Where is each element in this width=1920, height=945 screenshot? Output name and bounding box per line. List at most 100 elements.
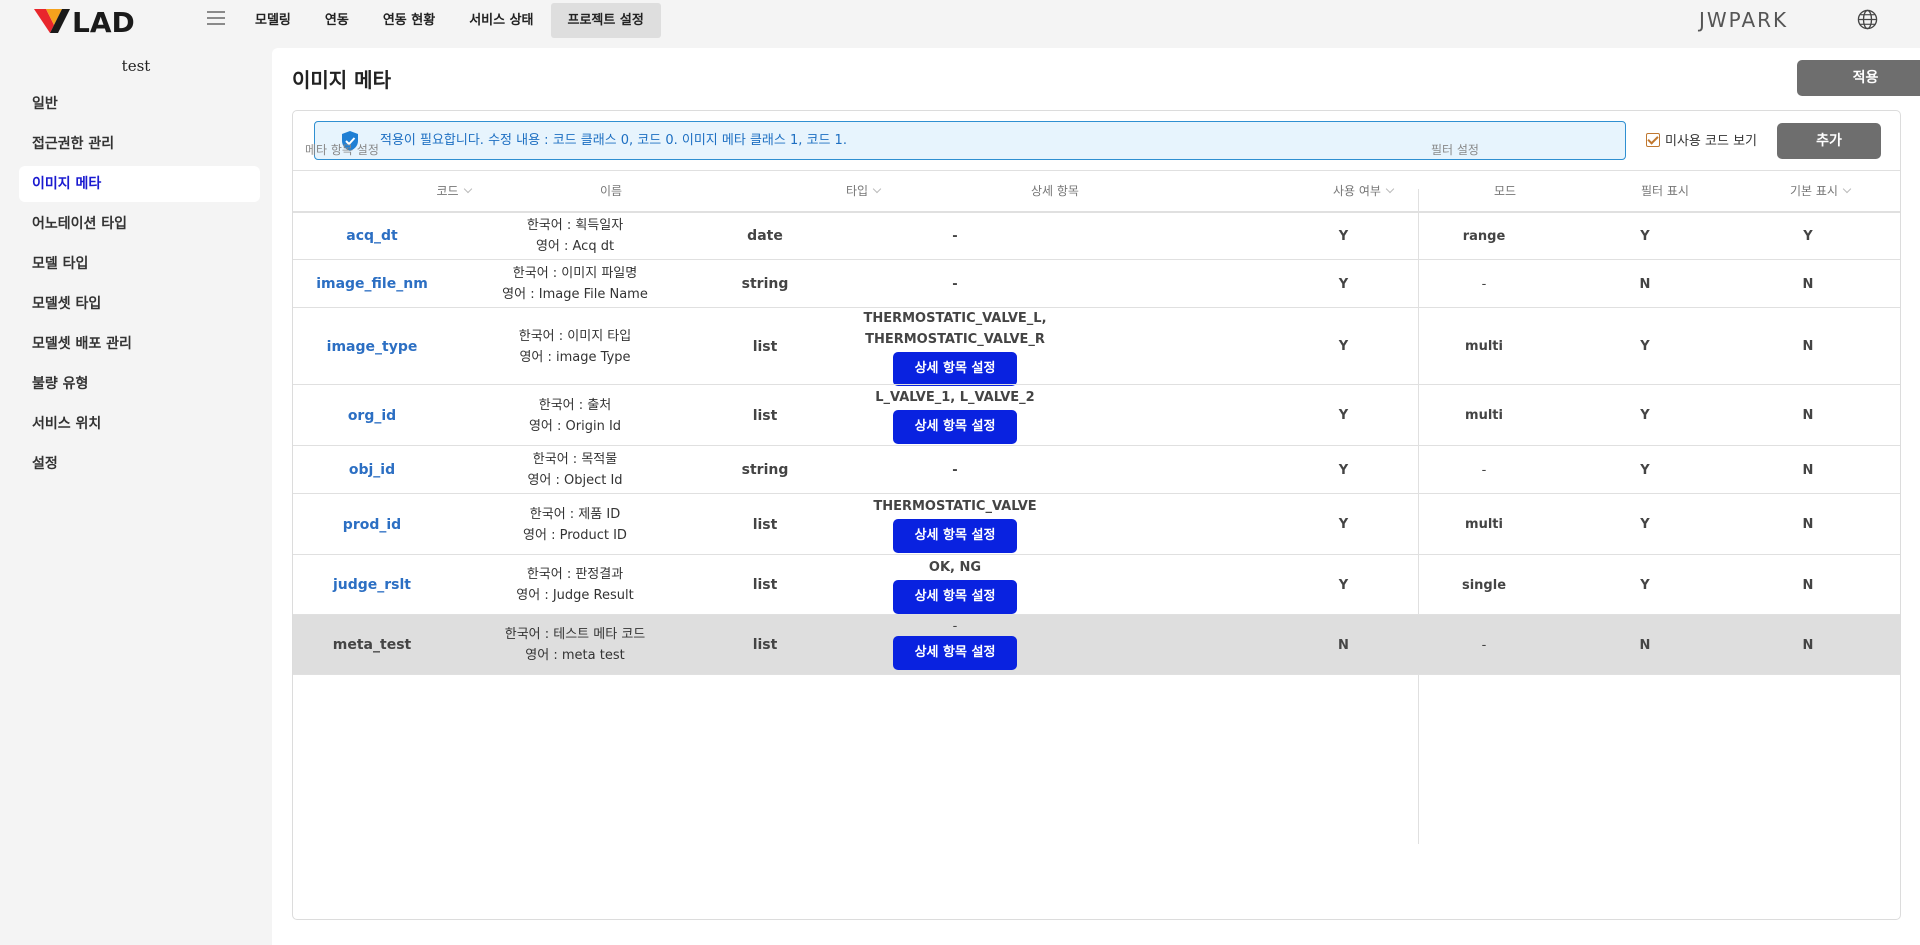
project-name: test	[121, 57, 151, 75]
meta-code-link[interactable]: judge_rslt	[333, 577, 411, 593]
nav-integration[interactable]: 연동	[308, 3, 366, 38]
value-default-show: N	[1802, 577, 1814, 593]
value-use: Y	[1338, 339, 1349, 354]
column-header-filter-show: 필터 표시	[1641, 184, 1689, 198]
globe-icon[interactable]	[1857, 9, 1878, 30]
cell-type: list	[706, 555, 824, 615]
cell-name: 한국어 : 판정결과영어 : Judge Result	[473, 555, 677, 615]
detail-settings-button[interactable]: 상세 항목 설정	[893, 351, 1017, 386]
meta-code-link[interactable]: meta_test	[333, 637, 411, 653]
name-english: 영어 : image Type	[519, 349, 631, 365]
name-korean: 한국어 : 제품 ID	[529, 506, 621, 522]
nav-modeling[interactable]: 모델링	[238, 3, 308, 38]
cell-name: 한국어 : 이미지 타입 영어 : image Type	[473, 308, 677, 385]
sidebar-item-image-meta[interactable]: 이미지 메타	[19, 166, 260, 202]
cell-type: list	[706, 308, 824, 385]
cell-use: Y	[1304, 555, 1383, 615]
add-button[interactable]: 추가	[1777, 123, 1881, 159]
value-default-show: Y	[1803, 228, 1813, 244]
value-default-show: N	[1802, 408, 1814, 423]
cell-mode: multi	[1419, 494, 1549, 555]
cell-use: Y	[1304, 308, 1383, 385]
sidebar-item-settings[interactable]: 설정	[19, 446, 260, 482]
cell-code: image_type	[293, 308, 451, 385]
value-mode: multi	[1465, 339, 1503, 354]
nav-project-settings[interactable]: 프로젝트 설정	[550, 3, 661, 38]
name-korean: 한국어 : 획득일자	[526, 218, 624, 233]
meta-code-link[interactable]: acq_dt	[346, 228, 397, 244]
chevron-down-icon	[1842, 184, 1852, 194]
value-use: Y	[1338, 408, 1349, 423]
meta-table-card: 적용이 필요합니다. 수정 내용 : 코드 클래스 0, 코드 0. 이미지 메…	[292, 110, 1901, 920]
column-header-type[interactable]: 타입	[813, 182, 913, 202]
sidebar-item-modelset-deploy[interactable]: 모델셋 배포 관리	[19, 326, 260, 362]
sidebar-item-modelset-type[interactable]: 모델셋 타입	[19, 286, 260, 322]
meta-code-link[interactable]: image_file_nm	[316, 276, 428, 292]
sidebar-item-access[interactable]: 접근권한 관리	[19, 126, 260, 162]
name-english: 영어 : Acq dt	[535, 239, 615, 254]
meta-code-link[interactable]: prod_id	[343, 517, 401, 533]
column-header-mode: 모드	[1493, 184, 1517, 198]
detail-settings-button[interactable]: 상세 항목 설정	[893, 636, 1017, 670]
column-header-use[interactable]: 사용 여부	[1323, 182, 1403, 202]
value-default-show: N	[1802, 276, 1814, 292]
meta-code-link[interactable]: obj_id	[349, 462, 395, 478]
cell-code: org_id	[293, 385, 451, 446]
meta-code-link[interactable]: image_type	[327, 339, 418, 355]
group-label-filter: 필터 설정	[1431, 143, 1479, 157]
cell-mode: single	[1419, 555, 1549, 615]
value-mode: -	[1481, 462, 1487, 478]
detail-settings-button[interactable]: 상세 항목 설정	[893, 579, 1017, 614]
vlad-logo[interactable]: LAD	[34, 3, 164, 37]
cell-name: 한국어 : 획득일자영어 : Acq dt	[473, 212, 677, 260]
sidebar-item-defect-type[interactable]: 불량 유형	[19, 366, 260, 402]
hamburger-menu-icon[interactable]	[207, 11, 225, 27]
show-unused-toggle[interactable]: 미사용 코드 보기	[1646, 130, 1757, 149]
name-english: 영어 : Judge Result	[516, 588, 634, 603]
sidebar-item-model-type[interactable]: 모델 타입	[19, 246, 260, 282]
divider	[293, 170, 1900, 171]
cell-use: Y	[1304, 494, 1383, 555]
column-header-default-show[interactable]: 기본 표시	[1750, 182, 1890, 202]
detail-settings-button[interactable]: 상세 항목 설정	[893, 519, 1017, 553]
page-title: 이미지 메타	[292, 68, 391, 92]
name-english: 영어 : Image File Name	[502, 287, 648, 302]
cell-detail: THERMOSTATIC_VALVE 상세 항목 설정	[854, 494, 1056, 555]
cell-type: list	[706, 385, 824, 446]
notice-banner: 적용이 필요합니다. 수정 내용 : 코드 클래스 0, 코드 0. 이미지 메…	[314, 121, 1626, 160]
value-filter-show: N	[1639, 276, 1651, 292]
name-korean: 한국어 : 이미지 파일명	[512, 266, 638, 281]
main-nav: 모델링 연동 연동 현황 서비스 상태 프로젝트 설정	[238, 3, 661, 38]
detail-items-text: OK, NG	[928, 559, 982, 575]
name-english: 영어 : Origin Id	[528, 418, 622, 434]
top-navigation-bar: LAD 모델링 연동 연동 현황 서비스 상태 프로젝트 설정 JWPARK	[0, 0, 1920, 48]
chevron-down-icon	[1385, 184, 1395, 194]
user-name[interactable]: JWPARK	[1699, 8, 1788, 32]
cell-filter-show: Y	[1580, 494, 1710, 555]
apply-button[interactable]: 적용	[1797, 60, 1920, 96]
cell-detail: OK, NG 상세 항목 설정	[854, 555, 1056, 615]
name-english: 영어 : meta test	[525, 648, 625, 663]
cell-filter-show: N	[1580, 260, 1710, 308]
detail-items-text: L_VALVE_1, L_VALVE_2	[875, 390, 1035, 405]
cell-name: 한국어 : 출처 영어 : Origin Id	[473, 385, 677, 446]
meta-code-link[interactable]: org_id	[348, 408, 396, 424]
show-unused-checkbox[interactable]	[1646, 132, 1660, 147]
sidebar-item-service-location[interactable]: 서비스 위치	[19, 406, 260, 442]
table-row: org_id 한국어 : 출처 영어 : Origin Id list L_VALVE_…	[293, 385, 1900, 446]
column-header-code[interactable]: 코드	[293, 182, 486, 202]
sidebar-item-annotation-type[interactable]: 어노테이션 타입	[19, 206, 260, 242]
cell-default-show: N	[1743, 260, 1873, 308]
cell-filter-show: Y	[1580, 212, 1710, 260]
cell-name: 한국어 : 목적물 영어 : Object Id	[473, 446, 677, 494]
value-default-show: N	[1802, 339, 1814, 354]
table-row: image_type 한국어 : 이미지 타입 영어 : image Type lis…	[293, 308, 1900, 386]
nav-service-status[interactable]: 서비스 상태	[452, 3, 550, 38]
sidebar-item-general[interactable]: 일반	[19, 86, 260, 122]
value-filter-show: Y	[1640, 517, 1650, 532]
cell-name: 한국어 : 테스트 메타 코드 영어 : meta test	[473, 615, 677, 675]
detail-settings-button[interactable]: 상세 항목 설정	[893, 410, 1017, 444]
cell-default-show: Y	[1743, 212, 1873, 260]
nav-integration-status[interactable]: 연동 현황	[366, 3, 452, 38]
name-korean: 한국어 : 판정결과	[526, 567, 624, 582]
